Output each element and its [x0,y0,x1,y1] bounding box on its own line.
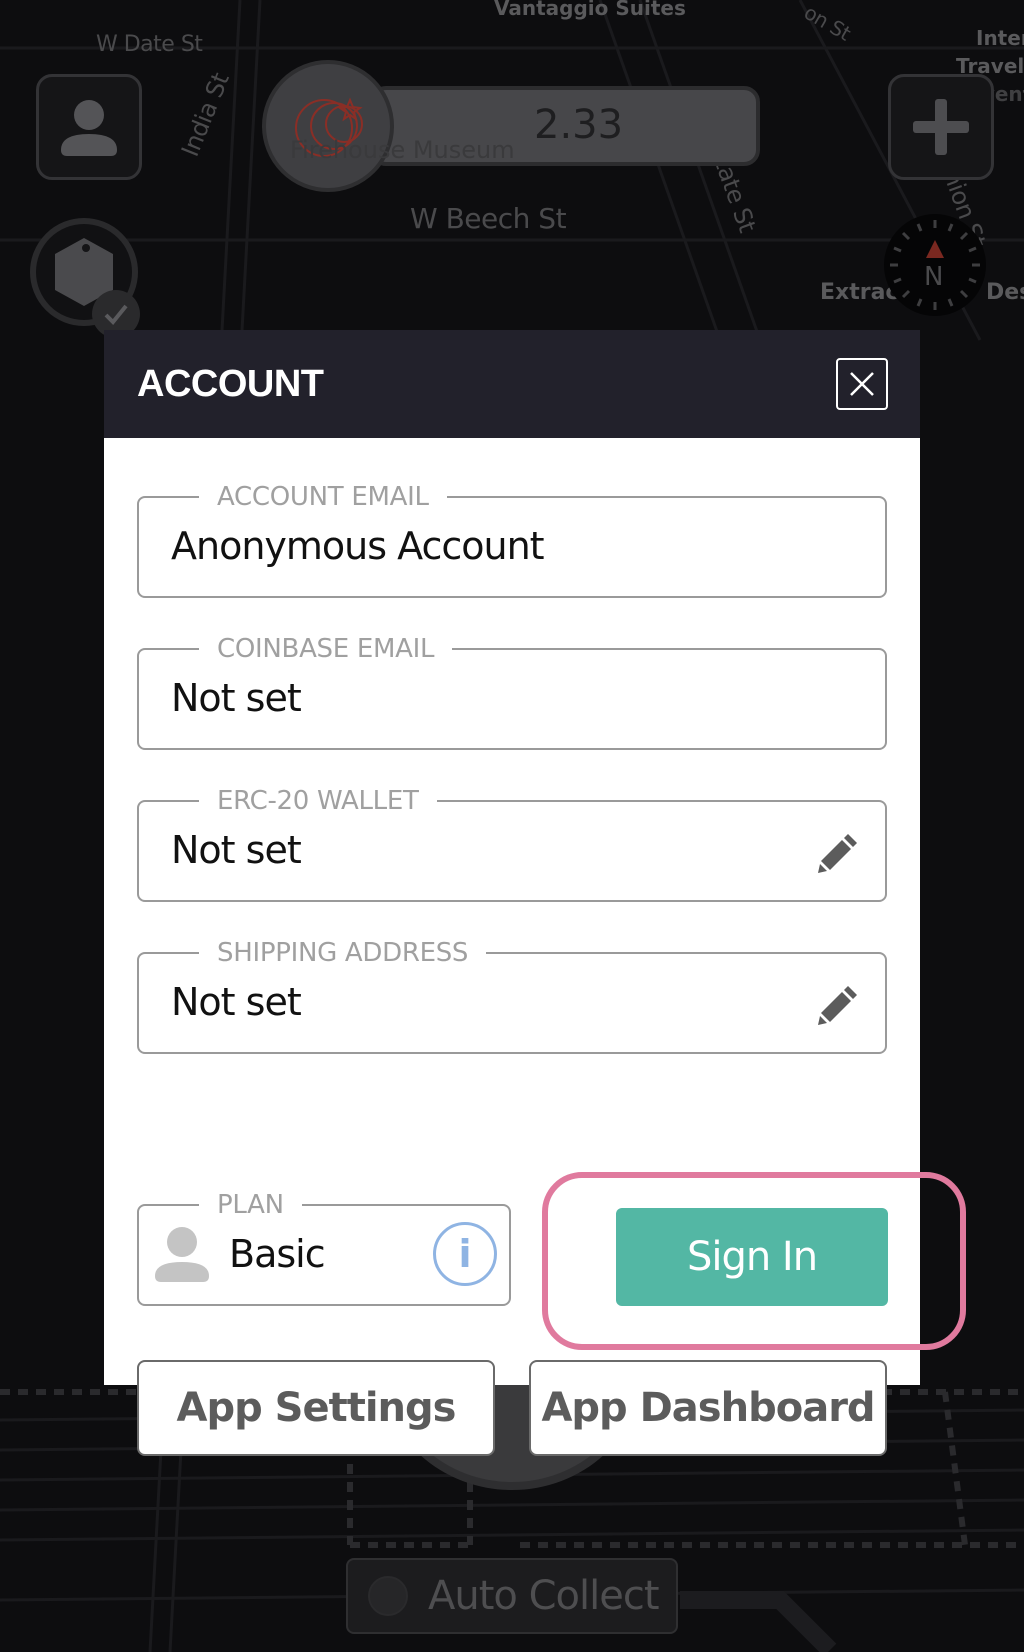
plus-icon [913,99,969,155]
info-icon: i [458,1232,472,1276]
user-icon [61,100,117,156]
poi-label-firehouse: Firehouse Museum [290,136,515,164]
field-legend: ERC-20 WALLET [199,784,437,818]
field-value: Anonymous Account [171,524,545,568]
field-value: Not set [171,828,302,872]
pencil-icon [818,986,857,1025]
check-icon [104,304,128,325]
erc20-wallet-field[interactable]: ERC-20 WALLET Not set [137,784,887,902]
compass-button[interactable]: N [884,214,986,316]
pencil-icon [818,834,857,873]
modal-title: ACCOUNT [137,362,324,405]
sign-in-button[interactable]: Sign In [616,1208,888,1306]
field-legend: PLAN [199,1188,302,1222]
app-settings-button[interactable]: App Settings [137,1360,495,1456]
shipping-address-field[interactable]: SHIPPING ADDRESS Not set [137,936,887,1054]
account-modal: ACCOUNT ACCOUNT EMAIL Anonymous Account … [104,330,966,1456]
account-email-field[interactable]: ACCOUNT EMAIL Anonymous Account [137,480,887,598]
street-label-w-date: W Date St [96,32,203,57]
plan-info-button[interactable]: i [433,1222,497,1286]
coin-avatar[interactable] [262,60,394,192]
street-label-w-beech: W Beech St [410,202,567,235]
field-value: Not set [171,676,302,720]
field-value: Not set [171,980,302,1024]
app-dashboard-button[interactable]: App Dashboard [529,1360,887,1456]
field-legend: SHIPPING ADDRESS [199,936,487,970]
profile-button[interactable] [36,74,142,180]
poi-label-inter: Inter [976,26,1024,50]
plan-field: PLAN Basic i [137,1188,511,1306]
poi-label-vantaggio: Vantaggio Suites [494,0,686,20]
modal-header: ACCOUNT [104,330,920,438]
close-icon [850,372,874,396]
add-button[interactable] [888,74,994,180]
field-legend: ACCOUNT EMAIL [199,480,447,514]
coinbase-email-field[interactable]: COINBASE EMAIL Not set [137,632,887,750]
edit-wallet-button[interactable] [815,830,861,876]
toggle-indicator [368,1576,408,1616]
person-icon [155,1227,209,1282]
balance-value: 2.33 [534,102,624,148]
close-button[interactable] [836,358,888,410]
auto-collect-toggle[interactable]: Auto Collect [346,1558,678,1634]
poi-label-des: Des [986,280,1024,305]
field-legend: COINBASE EMAIL [199,632,453,666]
auto-collect-label: Auto Collect [428,1573,659,1619]
edit-shipping-button[interactable] [815,982,861,1028]
compass-north-label: N [924,262,944,292]
plan-value: Basic [229,1232,326,1276]
